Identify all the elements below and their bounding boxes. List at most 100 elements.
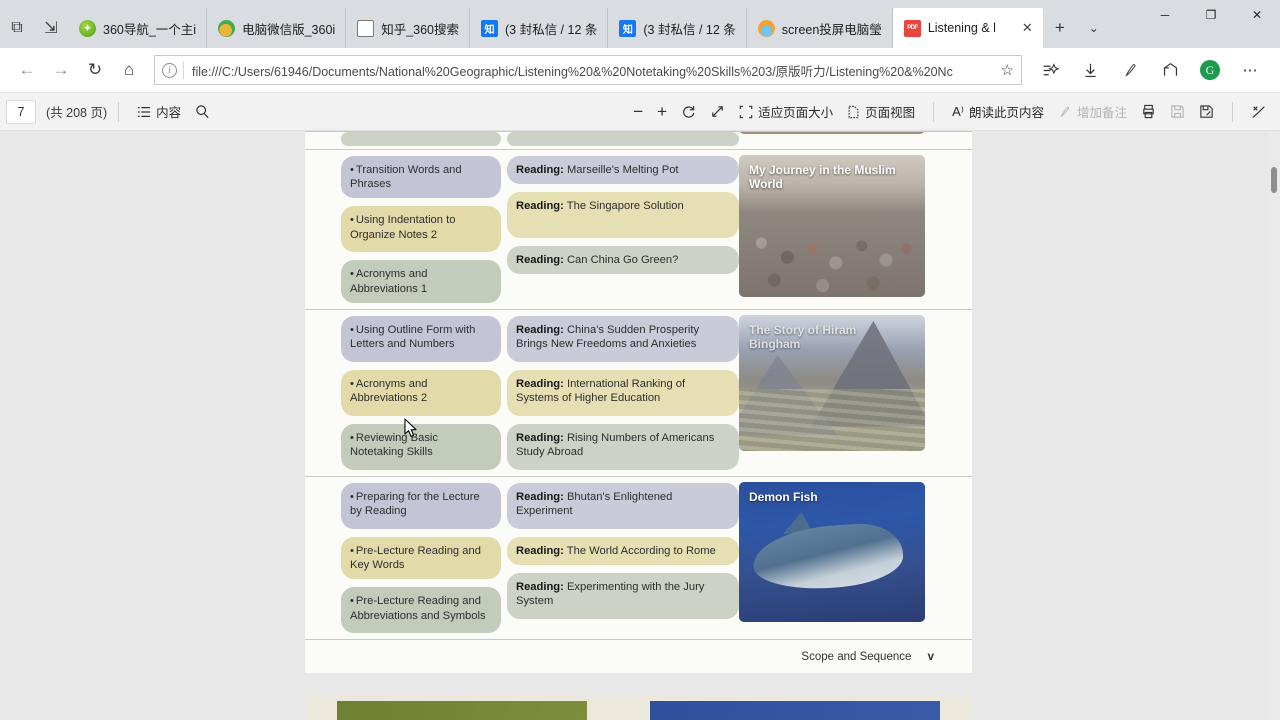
add-notes-button[interactable]: 增加备注: [1051, 98, 1134, 126]
unit-walkthrough-banner: UNIT WALKTHROUGH: [337, 701, 587, 720]
skill-label: Acronyms and Abbreviations 1: [350, 268, 428, 295]
close-icon[interactable]: ✕: [1018, 20, 1033, 36]
list-icon: [137, 105, 151, 119]
reading-label: Reading:: [516, 164, 564, 176]
save-icon: [1170, 104, 1185, 119]
skills-column: • Using Outline Form with Letters and Num…: [305, 310, 501, 476]
table-row-partial: [305, 131, 972, 149]
home-icon[interactable]: ⌂: [112, 53, 146, 87]
reading-title: The World According to Rome: [566, 544, 716, 557]
table-row-group-1: • Using Outline Form with Letters and Num…: [305, 308, 972, 476]
readings-column: Reading: China's Sudden Prosperity Bring…: [501, 310, 739, 476]
split-screen-icon[interactable]: ⇲: [34, 8, 68, 48]
search-button[interactable]: [188, 98, 217, 126]
favorite-star-icon[interactable]: ☆: [1001, 61, 1014, 79]
fit-icon: [739, 105, 753, 119]
page-footer: Scope and Sequence v: [305, 639, 972, 674]
back-icon[interactable]: ←: [10, 53, 44, 87]
readings-column: Reading: Marseille's Melting Pot Reading…: [501, 150, 739, 309]
fit-page-button[interactable]: 适应页面大小: [732, 98, 840, 126]
pdf-icon: PDF: [903, 19, 921, 37]
crowd-photo: My Journey in the Muslim World: [739, 155, 925, 297]
footer-label: Scope and Sequence: [801, 650, 912, 663]
fullscreen-icon[interactable]: [703, 98, 732, 126]
skill-label: Preparing for the Lecture by Reading: [350, 490, 480, 518]
skill-pill: • Using Outline Form with Letters and Num…: [341, 315, 501, 362]
browser-tab-1[interactable]: 电脑微信版_360і: [207, 8, 347, 48]
new-to-edition-banner: New to This Edition: [650, 701, 940, 720]
more-options-icon[interactable]: ⋯: [1230, 53, 1270, 87]
skill-pill: • Reviewing Basic Notetaking Skills: [341, 423, 501, 470]
browser-tab-4[interactable]: 知 (3 封私信 / 12 条: [608, 8, 747, 48]
save-as-icon: [1199, 104, 1214, 119]
grammarly-badge: G: [1200, 60, 1220, 80]
add-notes-label: 增加备注: [1076, 106, 1127, 120]
read-aloud-icon: A⁾: [952, 103, 964, 119]
skill-pill: • Pre-Lecture Reading and Abbreviations a…: [341, 587, 501, 634]
skill-pill: • Acronyms and Abbreviations 2: [341, 369, 501, 416]
refresh-icon[interactable]: ↻: [78, 53, 112, 87]
print-button[interactable]: [1134, 98, 1163, 126]
save-button[interactable]: [1163, 98, 1192, 126]
divider: [118, 101, 120, 122]
browser-tab-5[interactable]: screen投屏电脑瑩: [747, 8, 893, 48]
browser-tab-2[interactable]: 知乎_360搜索: [346, 8, 470, 48]
pen-icon[interactable]: [1110, 53, 1150, 87]
forward-icon[interactable]: →: [44, 53, 78, 87]
chevron-down-icon[interactable]: ⌄: [1077, 8, 1111, 48]
save-as-button[interactable]: [1192, 98, 1221, 126]
rotate-icon[interactable]: [674, 98, 703, 126]
favorites-icon[interactable]: [1030, 53, 1070, 87]
reading-pill: Reading: China's Sudden Prosperity Bring…: [507, 315, 739, 362]
close-window-button[interactable]: ✕: [1234, 0, 1280, 30]
photo-caption: Demon Fish: [749, 489, 818, 504]
tab-label: 电脑微信版_360і: [242, 22, 336, 37]
page-gap: [305, 673, 972, 696]
contents-label: 内容: [156, 106, 182, 120]
pdf-viewer[interactable]: • Transition Words and Phrases • Using Ind…: [0, 131, 1280, 720]
skills-column: • Transition Words and Phrases • Using Ind…: [305, 150, 501, 309]
pen-icon: [1058, 105, 1072, 119]
share-icon[interactable]: [1150, 53, 1190, 87]
shark-photo: Demon Fish: [739, 481, 925, 622]
skill-pill: • Pre-Lecture Reading and Key Words: [341, 536, 501, 580]
vertical-scrollbar[interactable]: [1268, 131, 1280, 720]
grammarly-icon[interactable]: G: [1190, 53, 1230, 87]
skill-label: Pre-Lecture Reading and Abbreviations an…: [350, 595, 486, 622]
reading-pill: Reading: Experimenting with the Jury Sys…: [507, 573, 739, 620]
new-tab-button[interactable]: +: [1043, 8, 1077, 48]
contents-button[interactable]: 内容: [130, 98, 188, 126]
page-number-input[interactable]: 7: [6, 99, 36, 124]
maximize-button[interactable]: ❐: [1188, 0, 1234, 30]
url-text: file:///C:/Users/61946/Documents/Nationa…: [192, 64, 953, 79]
minimize-button[interactable]: ─: [1142, 0, 1188, 30]
downloads-icon[interactable]: [1070, 53, 1110, 87]
skill-label: Using Indentation to Organize Notes 2: [350, 214, 456, 241]
reading-pill: Reading: International Ranking of System…: [507, 369, 739, 416]
browser-tab-6-active[interactable]: PDF Listening & l ✕: [892, 8, 1043, 48]
photo-caption: The Story of Hiram Bingham: [749, 322, 857, 352]
tab-label: Listening & l: [927, 21, 996, 35]
reading-pill: Reading: Rising Numbers of Americans Stu…: [507, 423, 739, 470]
browser-window: ⧉ ⇲ ✦ 360导航_一个主і 电脑微信版_360і 知乎_360搜索 知 (…: [0, 0, 1280, 720]
page-roman-numeral: v: [927, 650, 934, 663]
wechat-icon: [218, 19, 236, 37]
draw-button[interactable]: [1244, 98, 1274, 126]
divider: [183, 61, 184, 79]
skill-pill: • Using Indentation to Organize Notes 2: [341, 206, 501, 253]
zoom-out-button[interactable]: −: [626, 98, 650, 126]
read-aloud-button[interactable]: A⁾ 朗读此页内容: [945, 98, 1051, 126]
zoom-in-button[interactable]: +: [650, 98, 674, 126]
browser-tab-3[interactable]: 知 (3 封私信 / 12 条: [470, 8, 609, 48]
reading-pill: Reading: Marseille's Melting Pot: [507, 156, 739, 185]
machu-picchu-photo: The Story of Hiram Bingham: [739, 314, 925, 451]
url-input[interactable]: i file:///C:/Users/61946/Documents/Natio…: [154, 55, 1022, 85]
read-aloud-label: 朗读此页内容: [968, 106, 1044, 120]
info-icon[interactable]: i: [162, 62, 177, 78]
browser-tab-0[interactable]: ✦ 360导航_一个主і: [68, 8, 208, 48]
page-view-button[interactable]: 页面视图: [840, 98, 922, 126]
scrollbar-thumb[interactable]: [1271, 167, 1277, 193]
task-view-icon[interactable]: ⧉: [0, 8, 34, 48]
reading-label: Reading:: [516, 377, 564, 390]
fit-page-label: 适应页面大小: [758, 106, 834, 120]
